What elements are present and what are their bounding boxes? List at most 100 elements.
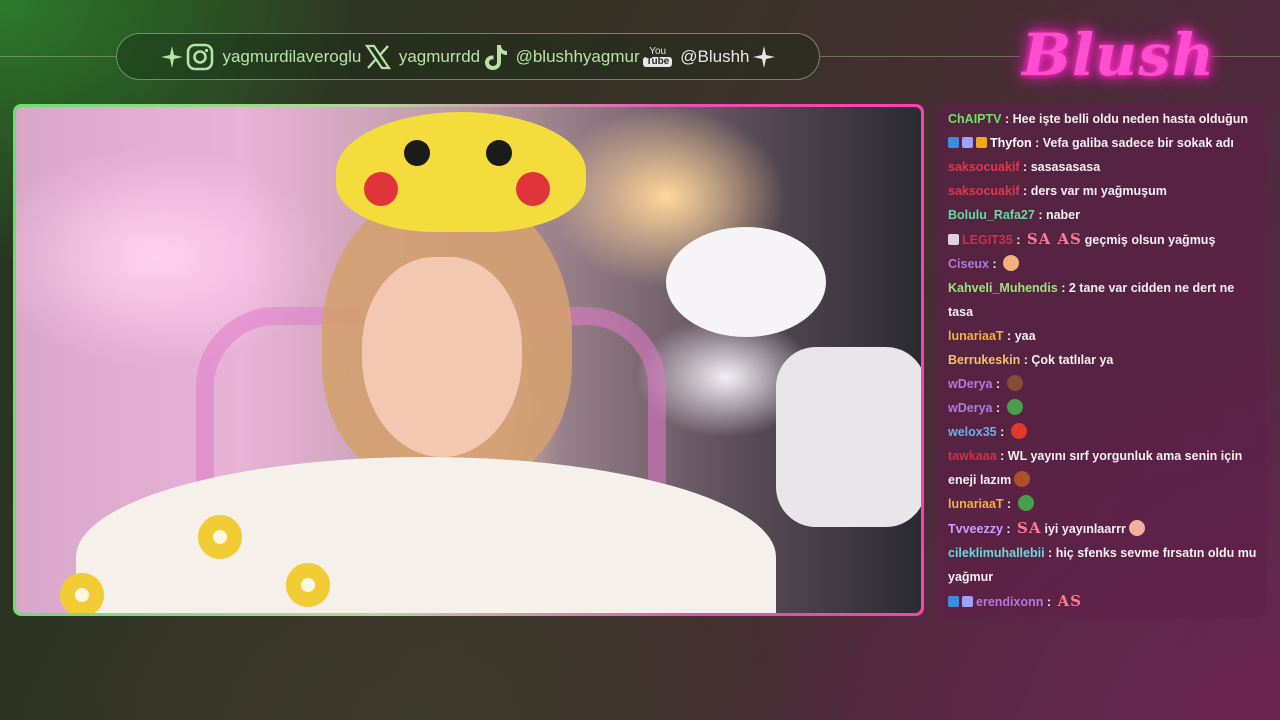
chat-message: cileklimuhallebii : hiç sfenks sevme fır… (948, 541, 1257, 589)
chat-username[interactable]: wDerya (948, 377, 992, 391)
cat-bed (776, 347, 921, 527)
chat-emote: SA (1026, 230, 1052, 248)
tiktok-link[interactable]: @blushhyagmur (484, 43, 640, 71)
chat-emote-icon (1017, 495, 1034, 511)
chat-separator: : (1019, 160, 1031, 174)
chat-separator: : (989, 257, 1001, 271)
hat-cheek (364, 172, 398, 206)
chat-separator: : (1003, 329, 1015, 343)
chat-username[interactable]: Bolulu_Rafa27 (948, 208, 1035, 222)
x-link[interactable]: yagmurrdd (364, 44, 481, 70)
sweater-flower (286, 563, 330, 607)
chat-username[interactable]: wDerya (948, 401, 992, 415)
chat-username[interactable]: ChAIPTV (948, 112, 1001, 126)
chat-message: lunariaaT : yaa (948, 324, 1257, 348)
chat-message: LEGIT35 : SA AS geçmiş olsun yağmuş (948, 227, 1257, 252)
chat-username[interactable]: lunariaaT (948, 329, 1004, 343)
youtube-link[interactable]: You Tube @Blushh (643, 45, 750, 67)
chat-separator: : (996, 449, 1008, 463)
chat-username[interactable]: lunariaaT (948, 497, 1004, 511)
chat-separator: : (992, 401, 1004, 415)
chat-emote-icon (1128, 520, 1145, 536)
sweater-flower (60, 573, 104, 613)
chat-emote-icon (1010, 423, 1027, 439)
chat-separator: : (1012, 233, 1024, 247)
chat-separator: : (1043, 595, 1055, 609)
hat-cheek (516, 172, 550, 206)
chat-badge-icon (948, 137, 959, 148)
instagram-link[interactable]: yagmurdilaveroglu (186, 43, 361, 71)
chat-message: Thyfon : Vefa galiba sadece bir sokak ad… (948, 131, 1257, 155)
brand-logo: Blush (1022, 21, 1216, 89)
chat-separator: : (1019, 184, 1031, 198)
chat-text: naber (1045, 208, 1080, 222)
chat-message: welox35 : (948, 420, 1257, 444)
chat-message-list: ChAIPTV : Hee işte belli oldu neden hast… (948, 107, 1257, 614)
chat-badge-icon (976, 137, 987, 148)
header-line-left (0, 56, 116, 57)
youtube-handle: @Blushh (680, 46, 750, 66)
chat-emote-icon (1014, 471, 1031, 487)
chat-emote-icon (1003, 255, 1020, 271)
chat-username[interactable]: erendixonn (976, 595, 1043, 609)
chat-message: wDerya : (948, 396, 1257, 420)
chat-message: lunariaaT : (948, 492, 1257, 516)
chat-message: Ciseux : (948, 252, 1257, 276)
chat-username[interactable]: Berrukeskin (948, 353, 1020, 367)
chat-message: wDerya : (948, 372, 1257, 396)
streamer-face (362, 257, 522, 457)
chat-text: Hee işte belli oldu neden hasta olduğun (1012, 112, 1249, 126)
streamer-sweater (76, 457, 776, 613)
chat-username[interactable]: LEGIT35 (962, 233, 1013, 247)
hat-eye (404, 140, 430, 166)
chat-username[interactable]: Tvveezzy (948, 522, 1003, 536)
hat-eye (486, 140, 512, 166)
chat-username[interactable]: welox35 (948, 425, 997, 439)
chat-emote: AS (1057, 230, 1082, 248)
youtube-icon: You Tube (643, 45, 673, 67)
chat-message: ChAIPTV : Hee işte belli oldu neden hast… (948, 107, 1257, 131)
chat-separator: : (1003, 497, 1015, 511)
chat-separator: : (1044, 546, 1056, 560)
chat-text: Vefa galiba sadece bir sokak adı (1042, 136, 1234, 150)
youtube-badge-you: You (649, 45, 667, 57)
sparkle-icon (161, 45, 183, 68)
chat-text: iyi yayınlaarrr (1044, 522, 1126, 536)
webcam-frame (13, 104, 924, 616)
x-handle: yagmurrdd (398, 46, 481, 66)
instagram-icon (187, 43, 214, 70)
x-logo-icon (364, 44, 391, 69)
chat-username[interactable]: Kahveli_Muhendis (948, 281, 1058, 295)
chat-username[interactable]: Ciseux (948, 257, 989, 271)
chat-message: tawkaaa : WL yayını sırf yorgunluk ama s… (948, 444, 1257, 492)
instagram-handle: yagmurdilaveroglu (222, 46, 362, 66)
chat-message: erendixonn : AS (948, 589, 1257, 614)
chat-username[interactable]: tawkaaa (948, 449, 997, 463)
chat-text: sasasasasa (1030, 160, 1101, 174)
chat-username[interactable]: cileklimuhallebii (948, 546, 1045, 560)
sparkle-icon (752, 45, 775, 68)
chat-badge-icon (962, 596, 973, 607)
chat-username[interactable]: Thyfon (990, 136, 1032, 150)
pikachu-hat (336, 112, 586, 232)
chat-text: Çok tatlılar ya (1031, 353, 1114, 367)
chat-message: saksocuakif : ders var mı yağmuşum (948, 179, 1257, 203)
chat-username[interactable]: saksocuakif (948, 160, 1020, 174)
tiktok-handle: @blushhyagmur (515, 46, 640, 66)
chat-message: saksocuakif : sasasasasa (948, 155, 1257, 179)
social-links-bar: yagmurdilaveroglu yagmurrdd @blushhyagmu… (116, 33, 820, 80)
chat-message: Kahveli_Muhendis : 2 tane var cidden ne … (948, 276, 1257, 324)
chat-emote-icon (1006, 399, 1023, 415)
chat-message: Berrukeskin : Çok tatlılar ya (948, 348, 1257, 372)
chat-separator: : (992, 377, 1004, 391)
chat-badge-icon (962, 137, 973, 148)
chat-message: Bolulu_Rafa27 : naber (948, 203, 1257, 227)
chat-username[interactable]: saksocuakif (948, 184, 1020, 198)
chat-badge-icon (948, 234, 959, 245)
chat-separator: : (1001, 112, 1013, 126)
chat-emote-icon (1006, 375, 1023, 391)
chat-text: ders var mı yağmuşum (1030, 184, 1167, 198)
chat-text: geçmiş olsun yağmuş (1084, 233, 1216, 247)
webcam-video[interactable] (16, 107, 921, 613)
chat-separator: : (1057, 281, 1069, 295)
